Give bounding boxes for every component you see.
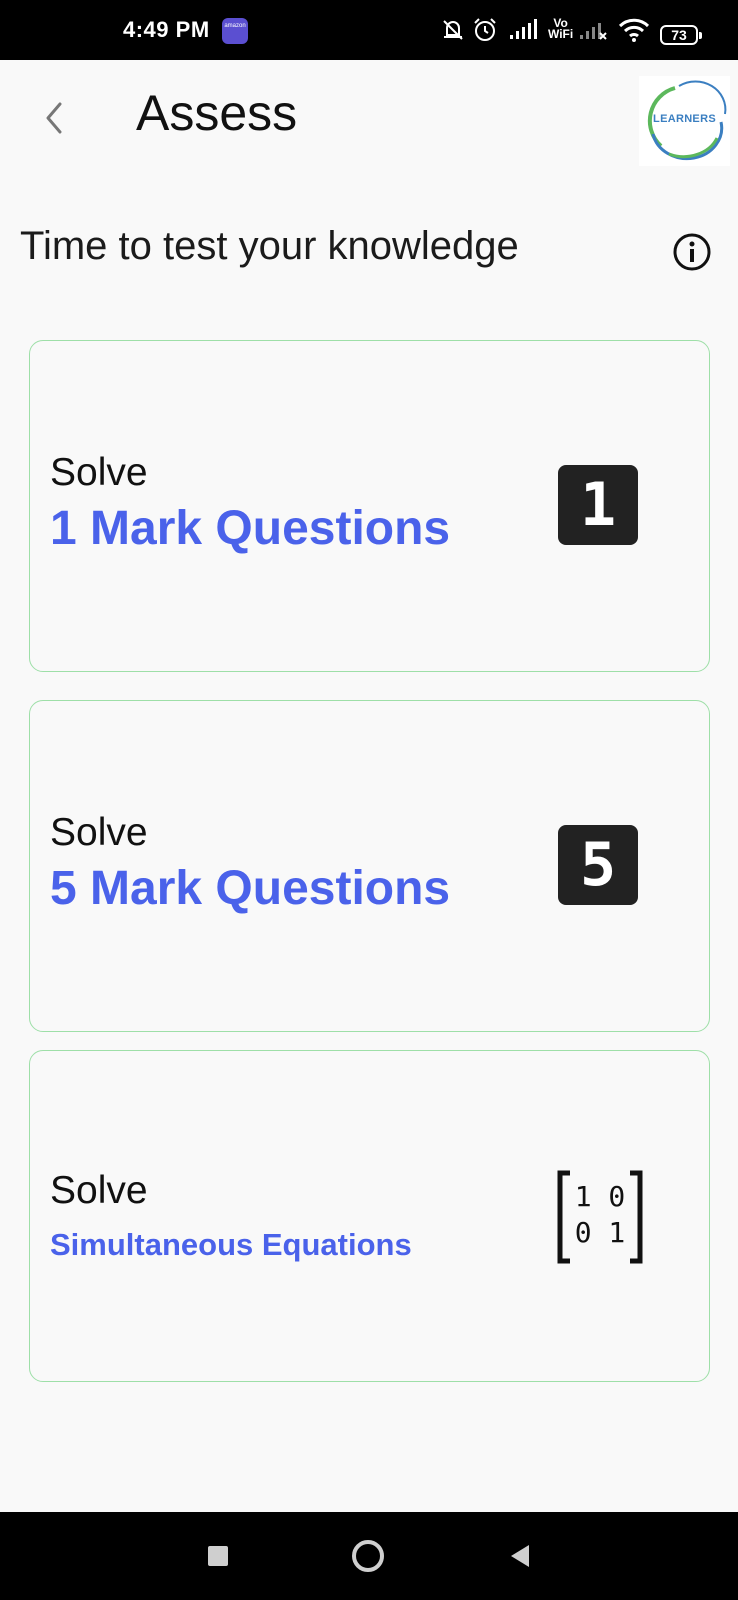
battery-icon: 73 xyxy=(660,25,702,45)
info-icon xyxy=(673,233,711,271)
recents-square-icon[interactable] xyxy=(206,1544,230,1568)
card-title: 1 Mark Questions xyxy=(50,502,451,555)
simultaneous-equations-card[interactable]: Solve Simultaneous Equations 1 0 0 1 xyxy=(29,1050,710,1382)
matrix-row-1: 1 0 xyxy=(574,1180,626,1213)
wifi-icon xyxy=(618,18,650,42)
five-mark-questions-card[interactable]: Solve 5 Mark Questions 5 xyxy=(29,700,710,1032)
card-title: 5 Mark Questions xyxy=(50,862,451,915)
intro-text: Time to test your knowledge xyxy=(20,224,519,268)
status-bar: 4:49 PM amazon Vo WiFi 73 xyxy=(0,0,738,60)
alarm-icon xyxy=(474,18,496,41)
one-mark-questions-card[interactable]: Solve 1 Mark Questions 1 xyxy=(29,340,710,672)
signal-icon xyxy=(510,19,537,39)
back-triangle-icon[interactable] xyxy=(507,1542,533,1570)
number-one-icon: 1 xyxy=(558,465,638,545)
back-button[interactable] xyxy=(36,96,72,140)
amazon-app-icon: amazon xyxy=(222,18,248,44)
home-circle-icon[interactable] xyxy=(350,1538,386,1574)
learners-logo: LEARNERS xyxy=(639,76,730,166)
system-nav-bar xyxy=(0,1512,738,1600)
card-title: Simultaneous Equations xyxy=(50,1227,412,1262)
number-five-icon: 5 xyxy=(558,825,638,905)
logo-text: LEARNERS xyxy=(653,113,716,125)
matrix-row-2: 0 1 xyxy=(574,1216,626,1249)
card-solve-label: Solve xyxy=(50,811,148,854)
info-button[interactable] xyxy=(672,232,712,272)
page-title: Assess xyxy=(136,85,298,141)
identity-matrix-icon: 1 0 0 1 xyxy=(552,1169,648,1265)
signal-weak-icon xyxy=(580,23,607,40)
card-solve-label: Solve xyxy=(50,1169,148,1212)
card-solve-label: Solve xyxy=(50,451,148,494)
status-time: 4:49 PM xyxy=(123,17,210,42)
vowifi-bottom: WiFi xyxy=(548,27,574,41)
chevron-left-icon xyxy=(46,102,62,134)
mute-icon xyxy=(443,20,463,40)
vowifi-label: Vo WiFi xyxy=(548,17,574,41)
